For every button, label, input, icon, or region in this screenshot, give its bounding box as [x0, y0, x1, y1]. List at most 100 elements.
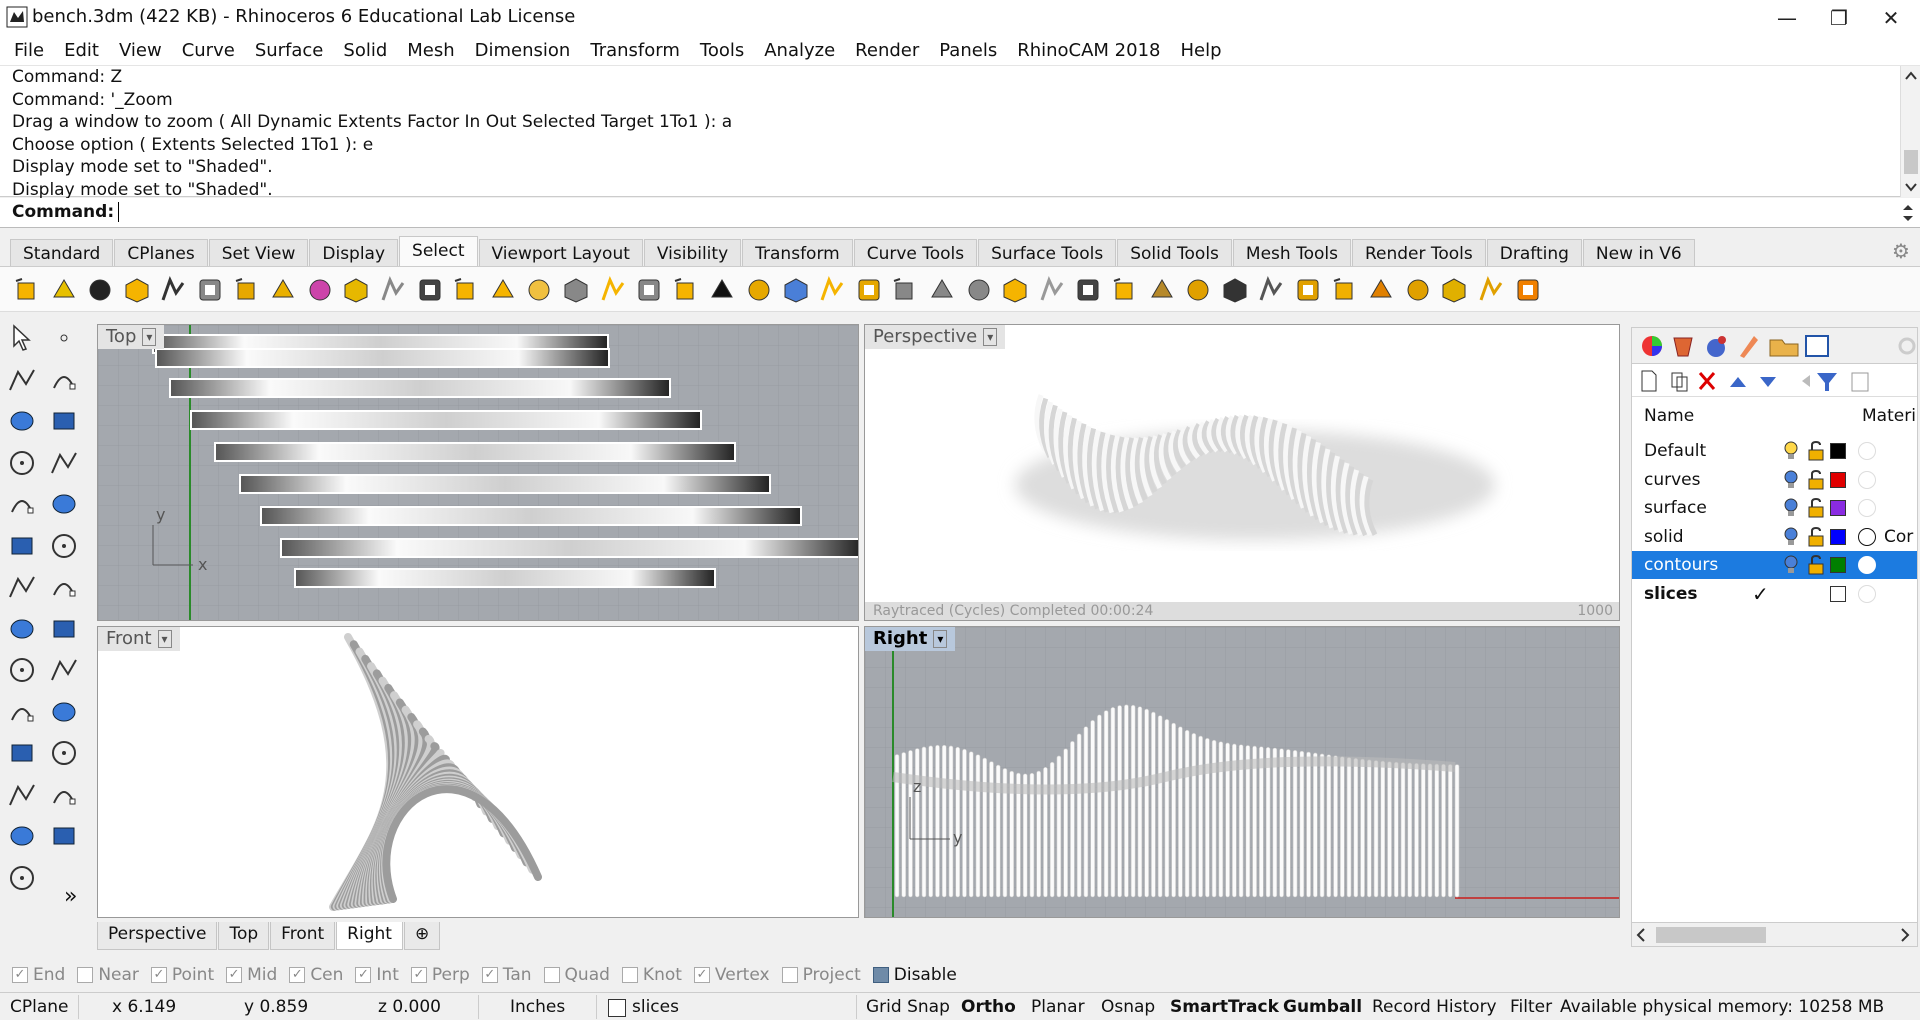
polyline-icon[interactable] — [6, 364, 38, 396]
layer-name[interactable]: Default — [1644, 441, 1706, 461]
select-box-icon[interactable] — [1513, 275, 1543, 305]
command-spinner-icon[interactable] — [1900, 201, 1916, 225]
tab-visibility[interactable]: Visibility — [643, 239, 742, 266]
select-dup-icon[interactable] — [927, 275, 957, 305]
select-circle-icon[interactable] — [1037, 275, 1067, 305]
rectangle-icon[interactable] — [48, 447, 80, 479]
viewport-label-top[interactable]: Top ▾ — [98, 325, 165, 349]
osnap-knot[interactable]: Knot — [621, 965, 682, 985]
circle-icon[interactable] — [6, 405, 38, 437]
menu-help[interactable]: Help — [1170, 40, 1231, 61]
tab-render-tools[interactable]: Render Tools — [1351, 239, 1486, 266]
select-group-icon[interactable] — [598, 275, 628, 305]
osnap-end[interactable]: ✓ End — [12, 965, 65, 985]
layer-name[interactable]: solid — [1644, 527, 1684, 547]
layer-name[interactable]: contours — [1644, 555, 1718, 575]
menu-transform[interactable]: Transform — [580, 40, 690, 61]
polygon-icon[interactable] — [6, 488, 38, 520]
tab-select[interactable]: Select — [399, 236, 478, 266]
lightbulb-icon[interactable] — [1782, 526, 1800, 548]
tab-curve-tools[interactable]: Curve Tools — [853, 239, 978, 266]
lock-icon[interactable] — [1806, 469, 1826, 491]
checkbox-icon[interactable]: ✓ — [410, 967, 427, 983]
menu-solid[interactable]: Solid — [333, 40, 397, 61]
select-points-icon[interactable] — [12, 275, 42, 305]
rotate-icon[interactable] — [6, 779, 38, 811]
boolean-icon[interactable] — [6, 737, 38, 769]
tab-solid-tools[interactable]: Solid Tools — [1117, 239, 1232, 266]
viewport-tab-front[interactable]: Front — [270, 922, 336, 950]
fillet-icon[interactable] — [48, 488, 80, 520]
gumball-toggle[interactable]: Gumball — [1283, 997, 1362, 1017]
select-point-clouds-icon[interactable] — [49, 275, 79, 305]
render-icon[interactable] — [48, 654, 80, 686]
layer-row-contours[interactable]: contours — [1632, 551, 1917, 580]
layer-color-swatch[interactable] — [1830, 586, 1846, 602]
viewport-top[interactable]: y x Top ▾ — [97, 324, 859, 621]
select-render-icon[interactable] — [671, 275, 701, 305]
osnap-toggle[interactable]: Osnap — [1101, 997, 1155, 1017]
osnap-perp[interactable]: ✓ Perp — [410, 965, 470, 985]
menu-analyze[interactable]: Analyze — [754, 40, 845, 61]
box-icon[interactable] — [6, 571, 38, 603]
viewport-tab-right[interactable]: Right — [336, 922, 403, 950]
curve-icon[interactable] — [48, 364, 80, 396]
menu-rhinocam-2018[interactable]: RhinoCAM 2018 — [1007, 40, 1170, 61]
viewport-tab-top[interactable]: Top — [218, 922, 270, 950]
select-edges-icon[interactable] — [561, 275, 591, 305]
select-dots-icon[interactable] — [415, 275, 445, 305]
checkbox-icon[interactable]: ✓ — [226, 967, 243, 983]
viewport-right[interactable]: z y Right ▾ — [864, 626, 1620, 918]
material-icon[interactable] — [1858, 527, 1876, 546]
menu-mesh[interactable]: Mesh — [397, 40, 464, 61]
scale-icon[interactable] — [48, 779, 80, 811]
select-by-layer-icon[interactable] — [341, 275, 371, 305]
restore-button[interactable]: ❐ — [1810, 0, 1868, 36]
select-block-icon[interactable] — [854, 275, 884, 305]
dropdown-arrow-icon[interactable]: ▾ — [157, 630, 172, 648]
osnap-project[interactable]: Project — [781, 965, 861, 985]
select-fence-icon[interactable] — [1293, 275, 1323, 305]
units[interactable]: Inches — [510, 997, 565, 1017]
select-polysurfaces-icon[interactable] — [268, 275, 298, 305]
dropdown-arrow-icon[interactable]: ▾ — [983, 328, 998, 346]
dimension-edit-icon[interactable] — [48, 696, 80, 728]
osnap-quad[interactable]: Quad — [543, 965, 610, 985]
select-mesh-icon[interactable] — [781, 275, 811, 305]
command-line[interactable]: Command: — [0, 198, 1920, 228]
dropdown-arrow-icon[interactable]: ▾ — [142, 328, 157, 346]
checkbox-icon[interactable]: ✓ — [150, 967, 167, 983]
layer-color-swatch[interactable] — [1830, 443, 1846, 459]
checkbox-icon[interactable] — [872, 967, 889, 983]
lock-icon[interactable] — [1806, 440, 1826, 462]
more-tools-icon[interactable]: » — [64, 884, 77, 909]
smarttrack-toggle[interactable]: SmartTrack — [1170, 997, 1279, 1017]
select-funnel-icon[interactable] — [1256, 275, 1286, 305]
surface-icon[interactable] — [6, 530, 38, 562]
layer-color-swatch[interactable] — [1830, 528, 1846, 545]
material-icon[interactable] — [1858, 499, 1876, 518]
viewport-label-right[interactable]: Right ▾ — [865, 627, 956, 651]
select-sphere-icon[interactable] — [744, 275, 774, 305]
select-annotations-icon[interactable] — [232, 275, 262, 305]
osnap-point[interactable]: ✓ Point — [150, 965, 214, 985]
surface-edit-icon[interactable] — [48, 530, 80, 562]
material-icon[interactable] — [1858, 442, 1876, 460]
current-layer[interactable]: slices — [632, 997, 679, 1017]
dimension-icon[interactable] — [6, 696, 38, 728]
select-cylinder-icon[interactable] — [1366, 275, 1396, 305]
layer-name[interactable]: curves — [1644, 470, 1701, 490]
layer-row-solid[interactable]: solid Cor — [1632, 523, 1917, 551]
select-pin-icon[interactable] — [1439, 275, 1469, 305]
select-curves-icon[interactable] — [85, 275, 115, 305]
select-closed-icon[interactable] — [1330, 275, 1360, 305]
checkbox-icon[interactable]: ✓ — [12, 967, 28, 983]
gear-icon[interactable]: ⚙ — [1892, 239, 1910, 263]
material-icon[interactable] — [1858, 585, 1876, 603]
layer-row-Default[interactable]: Default — [1632, 437, 1917, 465]
ellipse-icon[interactable] — [48, 405, 80, 437]
tab-new-in-v6[interactable]: New in V6 — [1582, 239, 1695, 266]
transform-icon[interactable] — [48, 820, 80, 852]
menu-file[interactable]: File — [4, 40, 54, 61]
select-extrusion-icon[interactable] — [817, 275, 847, 305]
